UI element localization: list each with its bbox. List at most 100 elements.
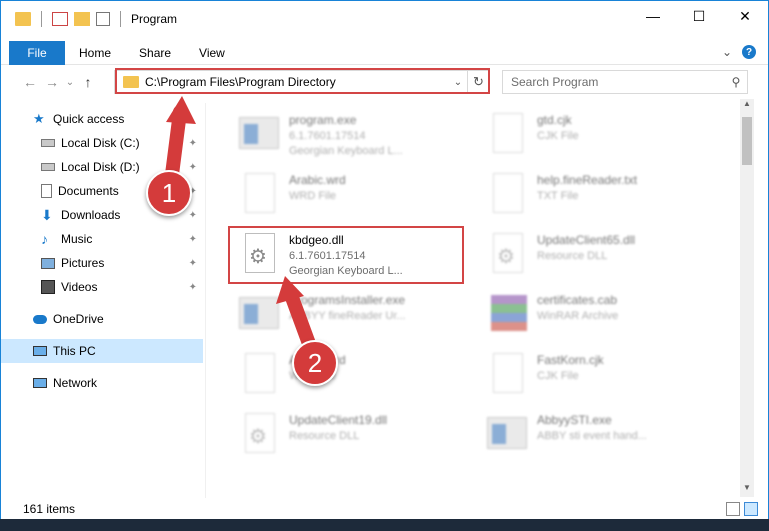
document-icon [487,173,529,215]
large-icons-view-icon[interactable] [744,502,758,516]
file-name: certificates.cab [537,293,618,307]
app-icon [239,293,281,335]
videos-icon [41,280,55,294]
file-name: UpdateClient19.dll [289,413,388,427]
folder-icon[interactable] [15,12,31,26]
sidebar-item-onedrive[interactable]: OneDrive [1,307,203,331]
file-item[interactable]: Arabic.wrdWRD File [225,167,465,223]
step-2-badge: 2 [292,340,338,386]
scroll-down-icon[interactable]: ▼ [740,483,754,497]
taskbar [0,519,769,531]
file-item[interactable]: UpdateClient65.dll Resource DLL [473,227,713,283]
pin-icon: ✦ [188,137,197,149]
file-item[interactable]: Arabic.wrdWRD File [225,347,465,403]
search-icon[interactable]: ⚲ [725,75,747,89]
sidebar-item-label: Music [61,232,93,246]
sidebar-item-label: OneDrive [53,312,104,326]
properties-icon[interactable] [52,12,68,26]
sidebar-item-label: Network [53,376,98,390]
sidebar-item-videos[interactable]: Videos ✦ [1,275,203,299]
tab-home[interactable]: Home [65,46,125,60]
file-item[interactable]: AbbyySTI.exe ABBY sti event hand... [473,407,713,463]
tab-share[interactable]: Share [125,46,185,60]
ribbon-right: ⌄ ? [722,45,756,59]
file-type: CJK File [537,370,579,382]
new-folder-icon[interactable] [74,12,90,26]
file-type: CJK File [537,130,579,142]
help-icon[interactable]: ? [742,45,756,59]
window-controls: — ☐ ✕ [630,1,768,31]
address-highlight-box [115,68,490,94]
sidebar-item-network[interactable]: Network [1,371,203,395]
pin-icon: ✦ [188,281,197,293]
maximize-button[interactable]: ☐ [676,1,722,31]
sidebar-item-this-pc[interactable]: This PC [1,339,203,363]
file-name: FastKorn.cjk [537,353,604,367]
scrollbar-thumb[interactable] [742,117,752,165]
scroll-up-icon[interactable]: ▲ [740,99,754,113]
pictures-icon [41,257,55,269]
file-description: Georgian Keyboard L... [289,145,403,157]
toolbar-separator [120,11,121,27]
documents-icon [41,184,52,198]
sidebar-item-music[interactable]: ♪ Music ✦ [1,227,203,251]
file-name: help.fineReader.txt [537,173,638,187]
sidebar-item-quick-access[interactable]: ★ Quick access [1,107,203,131]
status-bar: 161 items [1,498,768,520]
sidebar-item-label: Local Disk (D:) [61,160,140,174]
document-icon [239,353,281,395]
tab-file[interactable]: File [9,40,65,65]
close-button[interactable]: ✕ [722,1,768,31]
drive-icon [41,163,55,171]
pin-icon: ✦ [188,233,197,245]
file-type: Resource DLL [537,250,608,262]
pc-icon [33,346,47,356]
file-name: program.exe [289,113,357,127]
archive-icon [487,293,529,335]
sidebar-item-label: Local Disk (C:) [61,136,140,150]
dll-icon [239,413,281,455]
file-name: ProgramsInstaller.exe [289,293,406,307]
star-icon: ★ [33,111,45,126]
app-icon [239,113,281,155]
pin-icon: ✦ [188,257,197,269]
customize-toolbar-icon[interactable] [96,12,110,26]
cloud-icon [33,314,47,324]
search-input[interactable]: Search Program [503,75,725,89]
recent-locations-icon[interactable]: ⌄ [63,77,77,88]
file-item[interactable]: UpdateClient19.dll Resource DLL [225,407,465,463]
file-item[interactable]: program.exe 6.1.7601.17514 Georgian Keyboa… [225,107,465,163]
minimize-button[interactable]: — [630,1,676,31]
network-icon [33,378,47,388]
file-highlight-box [228,226,464,284]
file-item[interactable]: FastKorn.cjk CJK File [473,347,713,403]
expand-ribbon-icon[interactable]: ⌄ [722,45,732,59]
document-icon [487,113,529,155]
tab-view[interactable]: View [185,46,239,60]
file-type: WinRAR Archive [537,310,619,322]
up-button[interactable]: ↑ [77,74,99,90]
file-type: TXT File [537,190,579,202]
search-box[interactable]: Search Program ⚲ [502,70,748,94]
details-view-icon[interactable] [726,502,740,516]
sidebar-item-local-disk-c[interactable]: Local Disk (C:) ✦ [1,131,203,155]
back-button[interactable]: ← [19,74,41,90]
file-item[interactable]: gtd.cjk CJK File [473,107,713,163]
ribbon-tabs: File Home Share View ⌄ ? [1,40,768,65]
file-name: AbbyySTI.exe [537,413,612,427]
music-icon: ♪ [41,231,48,247]
vertical-scrollbar[interactable]: ▲ ▼ [740,99,754,497]
file-item[interactable]: certificates.cab WinRAR Archive [473,287,713,343]
file-item[interactable]: help.fineReader.txt TXT File [473,167,713,223]
sidebar-item-label: Videos [61,280,98,294]
forward-button[interactable]: → [41,74,63,90]
navigation-pane: ★ Quick access Local Disk (C:) ✦ Local D… [1,103,205,498]
document-icon [239,173,281,215]
sidebar-item-label: Quick access [53,112,125,126]
sidebar-item-label: Downloads [61,208,121,222]
sidebar-item-pictures[interactable]: Pictures ✦ [1,251,203,275]
file-type: WRD File [289,190,337,202]
view-switcher [726,502,758,516]
file-item[interactable]: ProgramsInstaller.exe ABBYY fineReader Ur… [225,287,465,343]
pin-icon: ✦ [188,209,197,221]
